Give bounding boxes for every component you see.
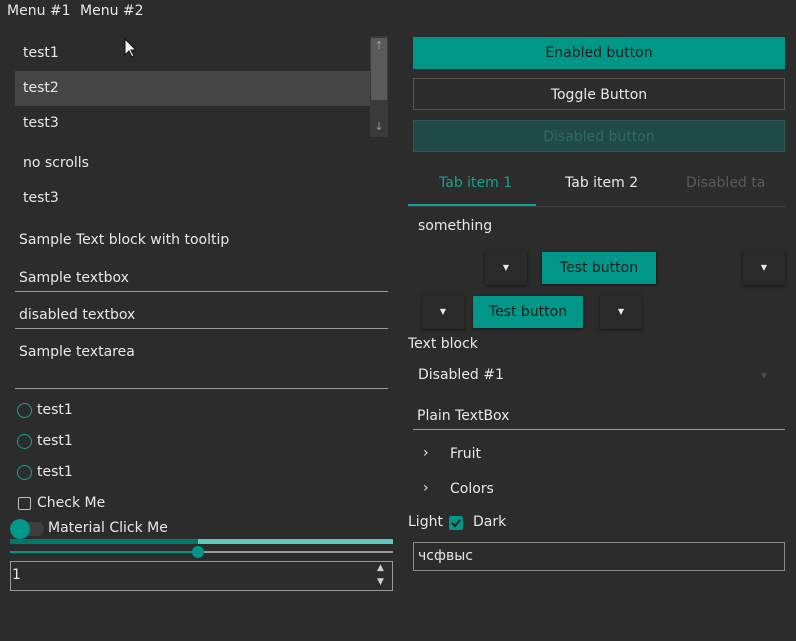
menu-item-2[interactable]: Menu #2: [80, 3, 144, 19]
dropdown-button[interactable]: ▼: [485, 251, 527, 285]
numeric-value[interactable]: 1: [12, 567, 21, 583]
scroll-up-arrow-icon[interactable]: ↑: [371, 38, 387, 54]
tab-item-2[interactable]: Tab item 2: [565, 175, 638, 191]
numeric-down-icon[interactable]: ▼: [377, 577, 384, 587]
theme-checkbox[interactable]: [449, 516, 463, 530]
checkbox[interactable]: [18, 497, 31, 510]
tab-selected-indicator: [408, 204, 536, 206]
textbox-underline: [15, 291, 388, 292]
radio-label: test1: [37, 402, 73, 418]
list-item[interactable]: test3: [15, 106, 370, 141]
caret-down-icon: ▼: [617, 307, 625, 316]
checkmark-icon: [451, 519, 461, 528]
tab-strip: Tab item 1 Tab item 2 Disabled tab: [408, 165, 765, 207]
test-button[interactable]: Test button: [542, 252, 656, 284]
text-input-value[interactable]: чсфвыс: [418, 548, 473, 564]
radio-button[interactable]: [17, 403, 32, 418]
disabled-textbox: disabled textbox: [19, 307, 136, 323]
tab-item-1[interactable]: Tab item 1: [439, 175, 512, 191]
progress-bar-fill: [10, 539, 198, 544]
theme-light-label: Light: [408, 514, 443, 530]
text-block-tooltip: Sample Text block with tooltip: [19, 232, 230, 248]
slider-thumb[interactable]: [191, 546, 204, 558]
tree-item-fruit[interactable]: Fruit: [450, 446, 481, 462]
chevron-right-icon[interactable]: ›: [423, 480, 429, 496]
tab-disabled: Disabled tab: [686, 175, 765, 191]
caret-down-icon: ▼: [502, 263, 510, 272]
numeric-up-icon[interactable]: ▲: [377, 563, 384, 573]
test-button[interactable]: Test button: [473, 296, 583, 328]
dropdown-button[interactable]: ▼: [600, 295, 642, 329]
plain-textbox-underline: [413, 429, 785, 430]
sample-textbox[interactable]: Sample textbox: [19, 270, 129, 286]
tab-divider: [408, 206, 786, 207]
radio-button[interactable]: [17, 465, 32, 480]
disabled-textbox-underline: [15, 328, 388, 329]
chevron-right-icon[interactable]: ›: [423, 445, 429, 461]
slider-fill: [10, 551, 198, 553]
textarea-underline: [15, 388, 388, 389]
text-block: Text block: [408, 336, 478, 352]
dropdown-button[interactable]: ▼: [743, 251, 785, 285]
disabled-combobox: Disabled #1: [418, 367, 504, 383]
combobox-caret-icon: ▼: [761, 371, 768, 380]
toggle-switch-thumb[interactable]: [10, 519, 30, 539]
radio-label: test1: [37, 464, 73, 480]
radio-label: test1: [37, 433, 73, 449]
theme-dark-label: Dark: [473, 514, 507, 530]
list-item[interactable]: test3: [15, 181, 370, 216]
list-item[interactable]: no scrolls: [15, 146, 370, 181]
caret-down-icon: ▼: [760, 263, 768, 272]
scroll-down-arrow-icon[interactable]: ↓: [371, 119, 387, 135]
disabled-button: Disabled button: [413, 120, 785, 152]
radio-button[interactable]: [17, 434, 32, 449]
toggle-button[interactable]: Toggle Button: [413, 78, 785, 110]
list-item-selected[interactable]: test2: [15, 71, 370, 106]
tab-content-text: something: [418, 218, 493, 234]
checkbox-label: Check Me: [37, 495, 106, 511]
sample-textarea[interactable]: Sample textarea: [19, 344, 135, 360]
numeric-input[interactable]: [10, 561, 393, 591]
toggle-label: Material Click Me: [48, 520, 168, 536]
caret-down-icon: ▼: [439, 307, 447, 316]
plain-textbox[interactable]: Plain TextBox: [417, 408, 509, 424]
progress-bar: [10, 539, 393, 544]
menu-item-1[interactable]: Menu #1: [7, 3, 71, 19]
enabled-button[interactable]: Enabled button: [413, 37, 785, 69]
dropdown-button[interactable]: ▼: [422, 295, 464, 329]
list-item[interactable]: test1: [15, 36, 370, 71]
tree-item-colors[interactable]: Colors: [450, 481, 494, 497]
